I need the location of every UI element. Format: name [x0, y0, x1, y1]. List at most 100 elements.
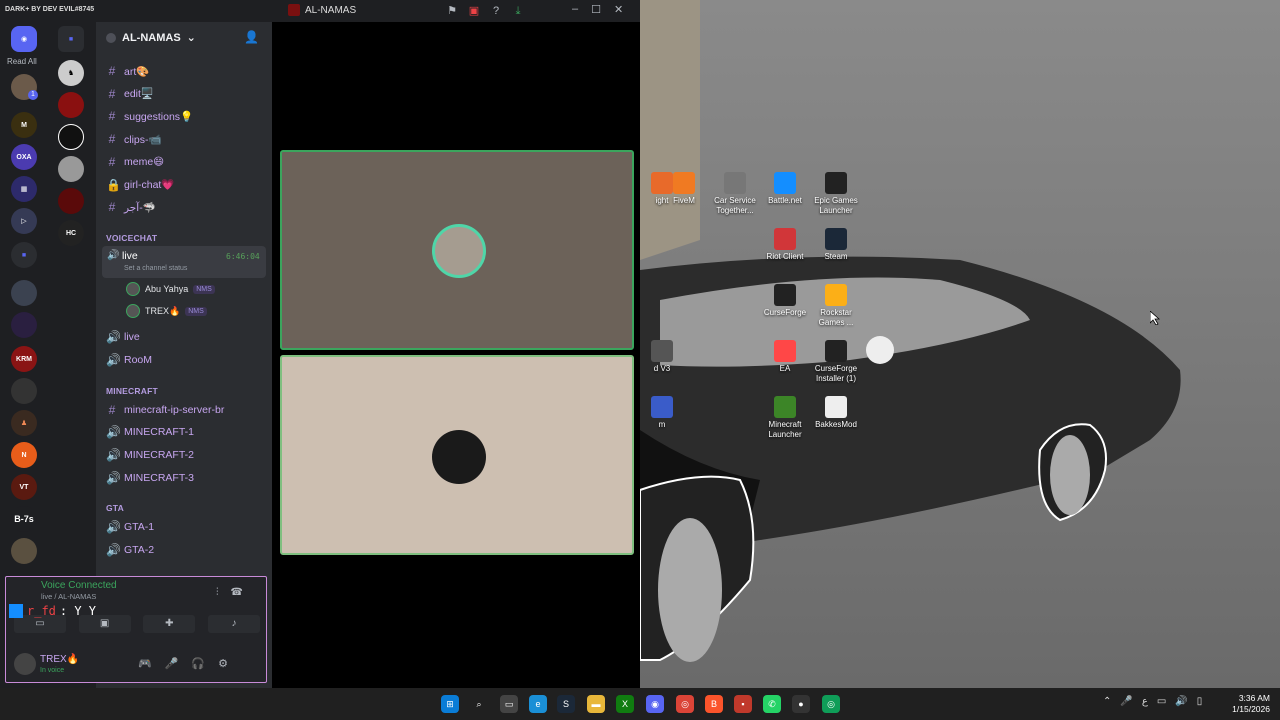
category-minecraft[interactable]: MINECRAFT: [106, 386, 158, 396]
volume-icon[interactable]: 🔊: [1175, 696, 1187, 707]
desktop-shortcut[interactable]: Car Service Together...: [710, 172, 760, 216]
voice-channel[interactable]: 🔊 MINECRAFT-2: [106, 447, 194, 463]
discord-home-icon[interactable]: ◉: [11, 26, 37, 52]
server-icon-16[interactable]: [58, 124, 84, 150]
maximize-button[interactable]: ☐: [591, 3, 601, 16]
server-icon-9[interactable]: [11, 378, 37, 404]
network-icon[interactable]: ▭: [1157, 696, 1166, 707]
settings-gear-icon[interactable]: ⚙: [218, 657, 228, 670]
desktop-shortcut[interactable]: Epic Games Launcher: [811, 172, 861, 216]
voice-user[interactable]: TREX🔥 NMS: [126, 304, 207, 318]
server-icon-4[interactable]: ▦: [11, 176, 37, 202]
steam-icon[interactable]: S: [557, 695, 575, 713]
read-all-button[interactable]: Read All: [7, 57, 37, 66]
channel-status-prompt[interactable]: Set a channel status: [124, 265, 187, 272]
desktop-shortcut[interactable]: CurseForge: [760, 284, 810, 318]
app-icon[interactable]: ▪: [734, 695, 752, 713]
server-icon-13[interactable]: [11, 538, 37, 564]
text-channel[interactable]: # minecraft-ip-server-br: [106, 402, 225, 418]
server-icon-2[interactable]: M: [11, 112, 37, 138]
server-icon-12[interactable]: VT: [11, 474, 37, 500]
avatar[interactable]: [14, 653, 36, 675]
voice-channel[interactable]: 🔊 GTA-2: [106, 542, 154, 558]
voice-channel[interactable]: 🔊 live: [106, 329, 140, 345]
system-clock[interactable]: 3:36 AM 1/15/2026: [1226, 693, 1270, 715]
server-icon-11[interactable]: N: [11, 442, 37, 468]
participant-tile[interactable]: [280, 355, 634, 555]
folder-icon[interactable]: ■: [11, 242, 37, 268]
gamepad-icon[interactable]: 🎮: [138, 657, 152, 670]
server-icon-8[interactable]: KRM: [11, 346, 37, 372]
server-icon-b7s[interactable]: B-7s: [11, 506, 37, 532]
microphone-icon[interactable]: 🎤: [165, 657, 179, 670]
discord-taskbar-icon[interactable]: ◉: [646, 695, 664, 713]
voice-channel-path[interactable]: live / AL-NAMAS: [41, 592, 96, 601]
server-icon-6[interactable]: [11, 280, 37, 306]
whatsapp-icon[interactable]: ✆: [763, 695, 781, 713]
folder-toggle-icon[interactable]: ■: [58, 26, 84, 52]
help-icon[interactable]: ?: [489, 4, 503, 18]
voice-channel[interactable]: 🔊 MINECRAFT-3: [106, 470, 194, 486]
desktop-shortcut[interactable]: Rockstar Games ...: [811, 284, 861, 328]
desktop-shortcut[interactable]: Battle.net: [760, 172, 810, 206]
server-icon-17[interactable]: [58, 156, 84, 182]
soundboard-button[interactable]: ♪: [207, 615, 260, 633]
text-channel[interactable]: # art🎨: [106, 63, 150, 79]
voice-connected-label[interactable]: Voice Connected: [41, 580, 117, 591]
server-icon-15[interactable]: [58, 92, 84, 118]
mic-tray-icon[interactable]: 🎤: [1120, 696, 1132, 707]
desktop-shortcut[interactable]: Steam: [811, 228, 861, 262]
text-channel[interactable]: # meme😄: [106, 154, 164, 170]
text-channel[interactable]: # clips-📹: [106, 131, 162, 147]
search-icon[interactable]: ⌕: [470, 695, 488, 713]
desktop-shortcut[interactable]: CurseForge Installer (1): [811, 340, 861, 384]
desktop-shortcut[interactable]: d V3: [637, 340, 687, 374]
file-explorer-icon[interactable]: ▬: [587, 695, 605, 713]
server-icon-10[interactable]: ♟: [11, 410, 37, 436]
text-channel[interactable]: # suggestions💡: [106, 108, 193, 124]
close-button[interactable]: ✕: [614, 3, 623, 16]
voice-channel-live-active[interactable]: 🔊 live 6:46:04 Set a channel status: [102, 246, 266, 278]
chrome-2-icon[interactable]: ◎: [822, 695, 840, 713]
edge-icon[interactable]: e: [529, 695, 547, 713]
server-icon-19[interactable]: HC: [58, 220, 84, 246]
user-name[interactable]: TREX🔥: [40, 654, 79, 665]
headphones-icon[interactable]: 🎧: [191, 657, 205, 670]
desktop-shortcut[interactable]: BakkesMod: [811, 396, 861, 430]
category-gta[interactable]: GTA: [106, 503, 124, 513]
category-voicechat[interactable]: VOICECHAT: [106, 233, 157, 243]
server-icon-18[interactable]: [58, 188, 84, 214]
noise-suppression-icon[interactable]: ⫶: [216, 587, 219, 598]
inbox-icon[interactable]: ▣: [467, 4, 481, 18]
download-icon[interactable]: ⤓: [511, 4, 525, 18]
desktop-shortcut[interactable]: Riot Client: [760, 228, 810, 262]
battery-icon[interactable]: ▯: [1197, 696, 1203, 707]
minimize-button[interactable]: –: [572, 3, 578, 16]
add-friend-icon[interactable]: 👤: [244, 30, 259, 44]
desktop-shortcut[interactable]: m: [637, 396, 687, 430]
server-icon-7[interactable]: [11, 312, 37, 338]
voice-channel[interactable]: 🔊 GTA-1: [106, 519, 154, 535]
desktop-shortcut[interactable]: FiveM: [659, 172, 709, 206]
server-icon-3[interactable]: OXA: [11, 144, 37, 170]
text-channel[interactable]: 🔒 girl-chat💗: [106, 177, 174, 193]
chevron-up-icon[interactable]: ⌃: [1103, 696, 1111, 707]
voice-channel[interactable]: 🔊 RooM: [106, 352, 152, 368]
xbox-icon[interactable]: X: [616, 695, 634, 713]
server-icon-5[interactable]: ▷: [11, 208, 37, 234]
participant-tile-speaking[interactable]: [280, 150, 634, 350]
brave-icon[interactable]: B: [705, 695, 723, 713]
threads-icon[interactable]: ⚑: [445, 4, 459, 18]
desktop-shortcut[interactable]: EA: [760, 340, 810, 374]
text-channel[interactable]: # آجر-🦈: [106, 199, 156, 215]
text-channel[interactable]: # edit🖥️: [106, 86, 154, 102]
game-app-icon[interactable]: ●: [792, 695, 810, 713]
disconnect-icon[interactable]: ☎: [231, 587, 243, 598]
activities-button[interactable]: ✚: [143, 615, 196, 633]
task-view-icon[interactable]: ▭: [500, 695, 518, 713]
desktop-shortcut[interactable]: Minecraft Launcher: [760, 396, 810, 440]
voice-channel[interactable]: 🔊 MINECRAFT-1: [106, 424, 194, 440]
start-button-icon[interactable]: ⊞: [441, 695, 459, 713]
chrome-icon[interactable]: ◎: [676, 695, 694, 713]
language-icon[interactable]: ع: [1142, 696, 1148, 707]
